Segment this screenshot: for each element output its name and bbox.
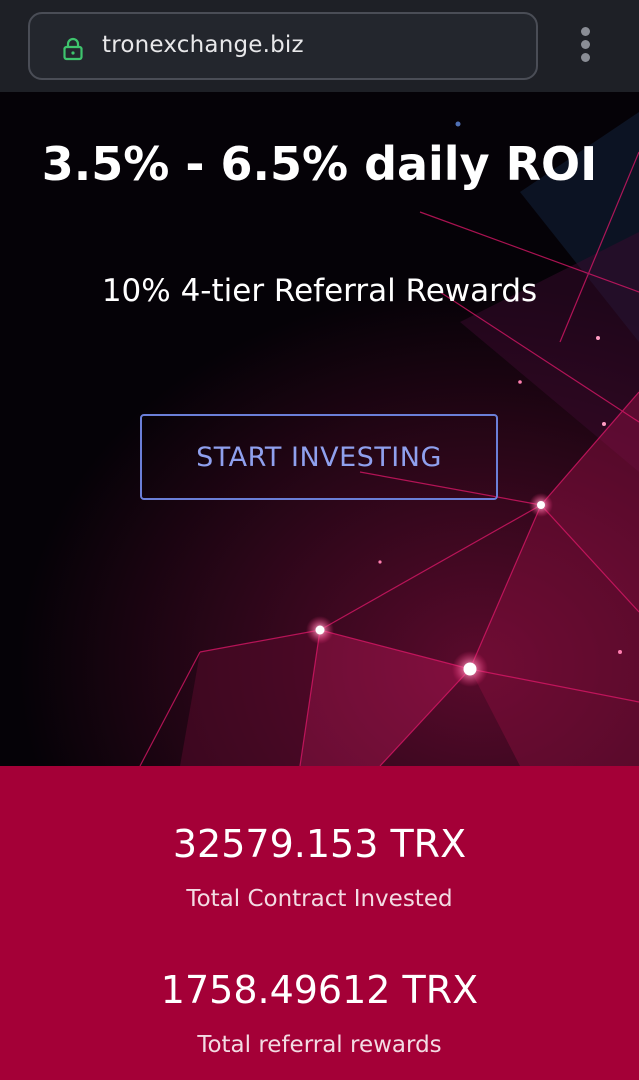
- start-investing-button[interactable]: START INVESTING: [140, 414, 498, 500]
- hero-title: 3.5% - 6.5% daily ROI: [41, 137, 598, 191]
- hero-section: 3.5% - 6.5% daily ROI 10% 4-tier Referra…: [0, 92, 639, 766]
- hero-subtitle: 10% 4-tier Referral Rewards: [101, 273, 538, 309]
- stats-section: 32579.153 TRX Total Contract Invested 17…: [0, 766, 639, 1080]
- lock-icon: [63, 37, 83, 61]
- address-bar[interactable]: tronexchange.biz: [28, 12, 538, 80]
- referral-rewards-label: Total referral rewards: [197, 1032, 442, 1058]
- more-vert-icon[interactable]: [578, 27, 592, 67]
- referral-rewards-value: 1758.49612 TRX: [160, 968, 479, 1012]
- total-invested-value: 32579.153 TRX: [172, 822, 467, 866]
- total-invested-label: Total Contract Invested: [186, 886, 453, 912]
- browser-toolbar: tronexchange.biz: [0, 0, 639, 92]
- url-text: tronexchange.biz: [102, 32, 304, 58]
